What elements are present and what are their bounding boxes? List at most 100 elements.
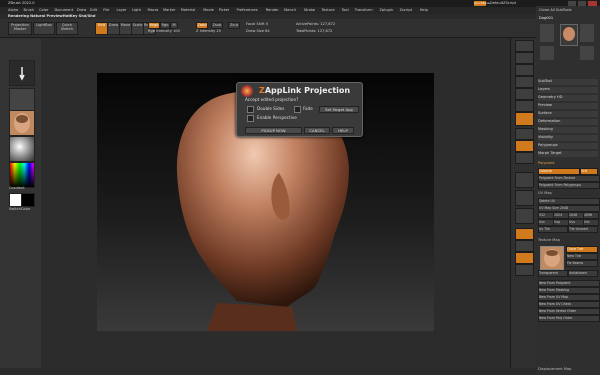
menu-alpha[interactable]: Alpha [8,8,18,13]
uvc-button[interactable]: Uvc [538,219,554,226]
quick-sketch-button[interactable]: Quick Sketch [56,22,78,35]
polyf-button[interactable] [515,228,534,240]
uv-tile-button[interactable]: Uv Tile [538,226,568,233]
uvp-button[interactable]: Uvp [553,219,569,226]
menu-tool[interactable]: Tool [342,8,349,13]
tray-section-layers[interactable]: Layers [538,87,598,93]
pickup-now-button[interactable]: PICKUP NOW [245,127,302,134]
uv-2048-button[interactable]: 2048 [568,212,584,219]
zsub-button[interactable]: Zsub [211,22,223,29]
menu-help[interactable]: Help [420,8,428,13]
aahalf-button[interactable] [515,100,534,112]
tray-section-deformation[interactable]: Deformation [538,119,598,125]
tool-thumb-3[interactable] [580,24,594,42]
tray-section-masking[interactable]: Masking [538,127,598,133]
tray-section-morph-target[interactable]: Morph Target [538,151,598,157]
z-intensity-slider[interactable]: Z Intensity 25 [196,29,221,34]
focal-shift-slider[interactable]: Focal Shift 0 [246,22,268,27]
zoom-button[interactable] [515,76,534,88]
tray-section-surface[interactable]: Surface [538,111,598,117]
tool-thumb-1[interactable] [540,24,554,42]
uvs-button[interactable]: Uvs [568,219,584,226]
uv-map-header[interactable]: UV Map [538,191,598,197]
new-from-uv-check-button[interactable]: New From UV Check [538,301,600,308]
menu-texture[interactable]: Texture [322,8,335,13]
menu-macro[interactable]: Macro [148,8,159,13]
actual-button[interactable] [515,88,534,100]
tray-header[interactable]: Clone All SubTools [539,8,572,13]
menu-draw[interactable]: Draw [77,8,86,13]
solo-button[interactable] [515,252,534,264]
texture-map-header[interactable]: Texture Map [538,238,598,244]
local-button[interactable] [515,140,534,152]
menu-stencil[interactable]: Stencil [284,8,296,13]
quicksave-button[interactable]: QuickSave [474,1,490,6]
menu-movie[interactable]: Movie [203,8,214,13]
uv-4096-button[interactable]: 4096 [583,212,599,219]
mrgb-button[interactable]: Mrgb [148,22,160,29]
tool-thumb-head[interactable] [560,24,578,46]
xpose-button[interactable] [515,264,534,276]
tray-section-geometry-hd[interactable]: Geometry HD [538,95,598,101]
zadd-button[interactable]: Zadd [196,22,208,29]
switch-color-label[interactable]: SwitchColor [9,207,30,212]
menu-stroke[interactable]: Stroke [304,8,315,13]
menu-preferences[interactable]: Preferences [237,8,258,13]
menu-zscript[interactable]: Zscript [400,8,412,13]
spix-button[interactable] [515,52,534,64]
rgb-intensity-slider[interactable]: Rgb Intensity 100 [148,29,180,34]
clone-txtr-button[interactable]: Clone Txtr [566,246,598,253]
fade-checkbox[interactable] [294,106,301,113]
tray-section-preview[interactable]: Preview [538,103,598,109]
tray-section-visibility[interactable]: Visibility [538,135,598,141]
transp-button[interactable] [515,240,534,252]
polypaint-from-polygroups-button[interactable]: Polypaint From Polygroups [538,182,600,189]
uvt-button[interactable]: Uvt [583,219,599,226]
lsym-button[interactable] [515,152,534,164]
persp-button[interactable] [515,112,534,126]
uv-1024-button[interactable]: 1024 [553,212,569,219]
colorize-button[interactable]: Colorize [538,168,580,175]
transparent-button[interactable]: Transparent [538,270,568,277]
displacement-map-header[interactable]: Displacement Map [538,367,598,373]
m-button[interactable]: M [170,22,178,29]
material-button[interactable] [9,136,35,162]
tool-thumb-4[interactable] [540,46,554,60]
enable-perspective-checkbox[interactable] [247,115,254,122]
color-picker[interactable] [9,162,35,188]
gradient-label[interactable]: Gradient [9,186,25,191]
menu-render[interactable]: Render [266,8,279,13]
new-from-polypaint-button[interactable]: New From Polypaint [538,280,600,287]
bpr-button[interactable] [515,40,534,52]
menu-brush[interactable]: Brush [24,8,34,13]
tray-section-subtool[interactable]: SubTool [538,79,598,85]
menu-transform[interactable]: Transform [355,8,373,13]
help-button[interactable]: HELP [332,127,354,134]
menu-file[interactable]: File [103,8,109,13]
scroll-button[interactable] [515,64,534,76]
scale-view-button[interactable] [515,190,534,206]
zcut-button[interactable]: Zcut [228,22,240,29]
new-from-masking-button[interactable]: New From Masking [538,287,600,294]
lightbox-button[interactable]: LightBox [33,22,55,35]
alpha-button[interactable] [9,110,35,136]
menu-layer[interactable]: Layer [117,8,127,13]
uv-map-size-slider[interactable]: UV Map Size 2048 [538,205,600,212]
secondary-color-swatch[interactable] [21,193,35,207]
new-from-vertex-order-button[interactable]: New From Vertex Order [538,308,600,315]
floor-button[interactable] [515,128,534,140]
set-target-app-button[interactable]: Set Target App [319,106,359,113]
tile-unused-button[interactable]: Tile Unused [568,226,598,233]
delete-uv-button[interactable]: Delete UV [538,198,600,205]
projection-master-button[interactable]: Projection Master [8,22,32,35]
new-txtr-button[interactable]: New Txtr [566,253,598,260]
menu-material[interactable]: Material [181,8,196,13]
grd-button[interactable]: Grd [580,168,598,175]
polypaint-from-texture-button[interactable]: Polypaint From Texture [538,175,600,182]
menu-picker[interactable]: Picker [219,8,230,13]
menu-color[interactable]: Color [39,8,48,13]
uv-512-button[interactable]: 512 [538,212,554,219]
draw-size-slider[interactable]: Draw Size 64 [246,29,270,34]
fix-seams-button[interactable]: Fix Seams [566,260,598,267]
menu-document[interactable]: Document [55,8,74,13]
